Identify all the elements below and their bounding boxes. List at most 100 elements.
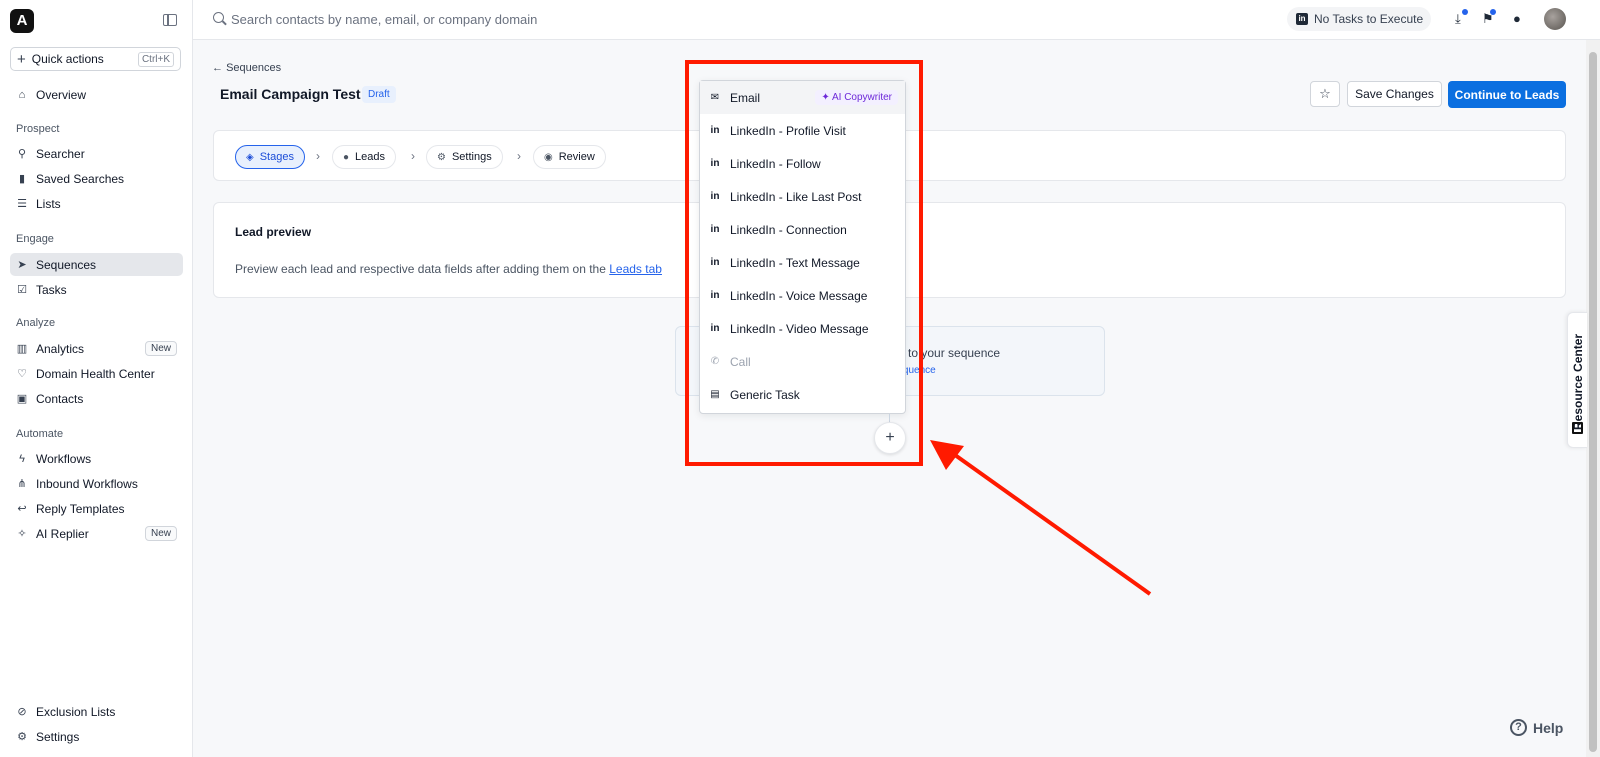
lead-preview-text: Preview each lead and respective data fi… <box>235 262 610 276</box>
star-icon: ☆ <box>1319 86 1331 101</box>
sidebar-item-saved-searches[interactable]: ▮ Saved Searches <box>10 167 183 190</box>
sidebar-item-contacts[interactable]: ▣ Contacts <box>10 387 183 410</box>
continue-to-leads-button[interactable]: Continue to Leads <box>1448 81 1566 108</box>
sidebar-item-inbound-workflows[interactable]: ⋔ Inbound Workflows <box>10 472 183 495</box>
sidebar-item-label: Saved Searches <box>36 171 125 186</box>
tasks-label: No Tasks to Execute <box>1314 12 1424 26</box>
sidebar-item-workflows[interactable]: ϟ Workflows <box>10 447 183 470</box>
gear-icon: ⚙ <box>437 151 446 163</box>
stethoscope-icon: ♡ <box>17 368 27 380</box>
notification-dot <box>1462 9 1468 15</box>
sidebar-item-label: AI Replier <box>36 526 89 541</box>
back-label: Sequences <box>226 62 282 74</box>
layers-icon: ◈ <box>246 151 254 163</box>
chevron-right-icon: › <box>517 149 521 163</box>
page-scrollbar[interactable] <box>1586 40 1600 757</box>
download-icon[interactable]: ⤓ <box>1455 11 1461 27</box>
back-link[interactable]: ← Sequences <box>212 62 281 74</box>
app-logo[interactable]: A <box>10 9 34 33</box>
user-avatar[interactable] <box>1544 8 1566 30</box>
sidebar-item-label: Lists <box>36 196 61 211</box>
bolt-icon: ϟ <box>19 452 25 465</box>
quick-actions-label: Quick actions <box>31 52 104 66</box>
step-review[interactable]: ◉ Review <box>533 145 606 169</box>
lead-preview-title: Lead preview <box>235 225 312 239</box>
lead-preview-description: Preview each lead and respective data fi… <box>235 262 662 276</box>
question-icon: ? <box>1510 719 1527 736</box>
tasks-to-execute-button[interactable]: in No Tasks to Execute <box>1287 7 1431 31</box>
global-search-input[interactable] <box>231 9 731 29</box>
search-icon: ⚲ <box>17 148 27 160</box>
sidebar-item-settings[interactable]: ⚙ Settings <box>10 725 183 748</box>
section-label-prospect: Prospect <box>16 123 60 135</box>
section-label-analyze: Analyze <box>16 317 56 329</box>
sidebar: A + Quick actions Ctrl+K ⌂ Overview Pros… <box>0 0 193 757</box>
sidebar-item-label: Overview <box>36 87 87 102</box>
linkedin-icon: in <box>1296 13 1308 25</box>
shortcut-hint: Ctrl+K <box>137 51 174 67</box>
leads-tab-link[interactable]: Leads tab <box>609 262 662 276</box>
help-circle-icon[interactable]: ● <box>1513 11 1521 26</box>
help-label: Help <box>1533 719 1564 736</box>
quick-actions-button[interactable]: + Quick actions Ctrl+K <box>10 47 181 71</box>
reply-icon: ↩ <box>17 503 27 515</box>
sidebar-item-reply-templates[interactable]: ↩ Reply Templates <box>10 497 183 520</box>
step-label: Stages <box>259 151 294 163</box>
help-button[interactable]: ? Help <box>1510 719 1563 736</box>
step-label: Review <box>558 151 595 163</box>
sidebar-item-exclusion-lists[interactable]: ⊘ Exclusion Lists <box>10 700 183 723</box>
sidebar-item-label: Inbound Workflows <box>36 476 138 491</box>
sidebar-item-searcher[interactable]: ⚲ Searcher <box>10 142 183 165</box>
sidebar-item-label: Sequences <box>36 257 97 272</box>
scrollbar-thumb[interactable] <box>1589 52 1597 752</box>
checkbox-icon: ☑ <box>17 284 27 296</box>
sidebar-item-label: Searcher <box>36 146 85 161</box>
sidebar-item-overview[interactable]: ⌂ Overview <box>10 83 183 106</box>
contact-card-icon: ▣ <box>16 393 28 405</box>
bar-chart-icon: ▥ <box>16 343 28 355</box>
notification-dot <box>1490 9 1496 15</box>
sidebar-item-sequences[interactable]: ➤ Sequences <box>10 253 183 276</box>
sidebar-item-label: Reply Templates <box>36 501 125 516</box>
sidebar-item-label: Settings <box>36 729 80 744</box>
page-title: Email Campaign Test <box>220 86 361 102</box>
save-changes-button[interactable]: Save Changes <box>1347 81 1442 107</box>
status-badge: Draft <box>362 86 396 103</box>
resource-center-label: Resource Center <box>1571 333 1585 430</box>
step-settings[interactable]: ⚙ Settings <box>426 145 503 169</box>
step-stages[interactable]: ◈ Stages <box>235 145 305 169</box>
sidebar-item-analytics[interactable]: ▥ Analytics New <box>10 337 183 360</box>
user-icon: ● <box>343 151 350 163</box>
new-badge: New <box>144 341 177 356</box>
annotation-arrow <box>930 440 1152 596</box>
chevron-right-icon: › <box>411 149 415 163</box>
new-badge: New <box>144 526 177 541</box>
gear-icon: ⚙ <box>17 731 27 743</box>
user-block-icon: ⊘ <box>17 706 27 718</box>
sidebar-item-lists[interactable]: ☰ Lists <box>10 192 183 215</box>
list-icon: ☰ <box>17 198 27 210</box>
step-leads[interactable]: ● Leads <box>332 145 397 169</box>
favorite-button[interactable]: ☆ <box>1310 81 1340 107</box>
sidebar-collapse-icon[interactable] <box>163 14 177 26</box>
send-icon: ➤ <box>17 259 27 271</box>
top-bar: in No Tasks to Execute ⤓ ⚑ ● <box>193 0 1600 40</box>
sidebar-item-label: Workflows <box>36 451 92 466</box>
step-label: Settings <box>451 151 492 163</box>
sidebar-item-domain-health[interactable]: ♡ Domain Health Center <box>10 362 183 385</box>
sidebar-item-label: Exclusion Lists <box>36 704 116 719</box>
bookmark-icon: ▮ <box>18 173 26 185</box>
book-icon <box>1572 422 1583 434</box>
sidebar-item-ai-replier[interactable]: ✧ AI Replier New <box>10 522 183 545</box>
step-label: Leads <box>355 151 386 163</box>
sparkle-icon: ✧ <box>17 528 27 540</box>
section-label-automate: Automate <box>16 428 64 440</box>
annotation-highlight-box <box>685 60 923 466</box>
sidebar-item-tasks[interactable]: ☑ Tasks <box>10 278 183 301</box>
sidebar-item-label: Analytics <box>36 341 85 356</box>
sidebar-item-label: Domain Health Center <box>36 366 155 381</box>
sidebar-item-label: Contacts <box>36 391 84 406</box>
search-icon <box>213 12 224 23</box>
plus-icon: + <box>17 50 26 68</box>
sidebar-item-label: Tasks <box>36 282 67 297</box>
